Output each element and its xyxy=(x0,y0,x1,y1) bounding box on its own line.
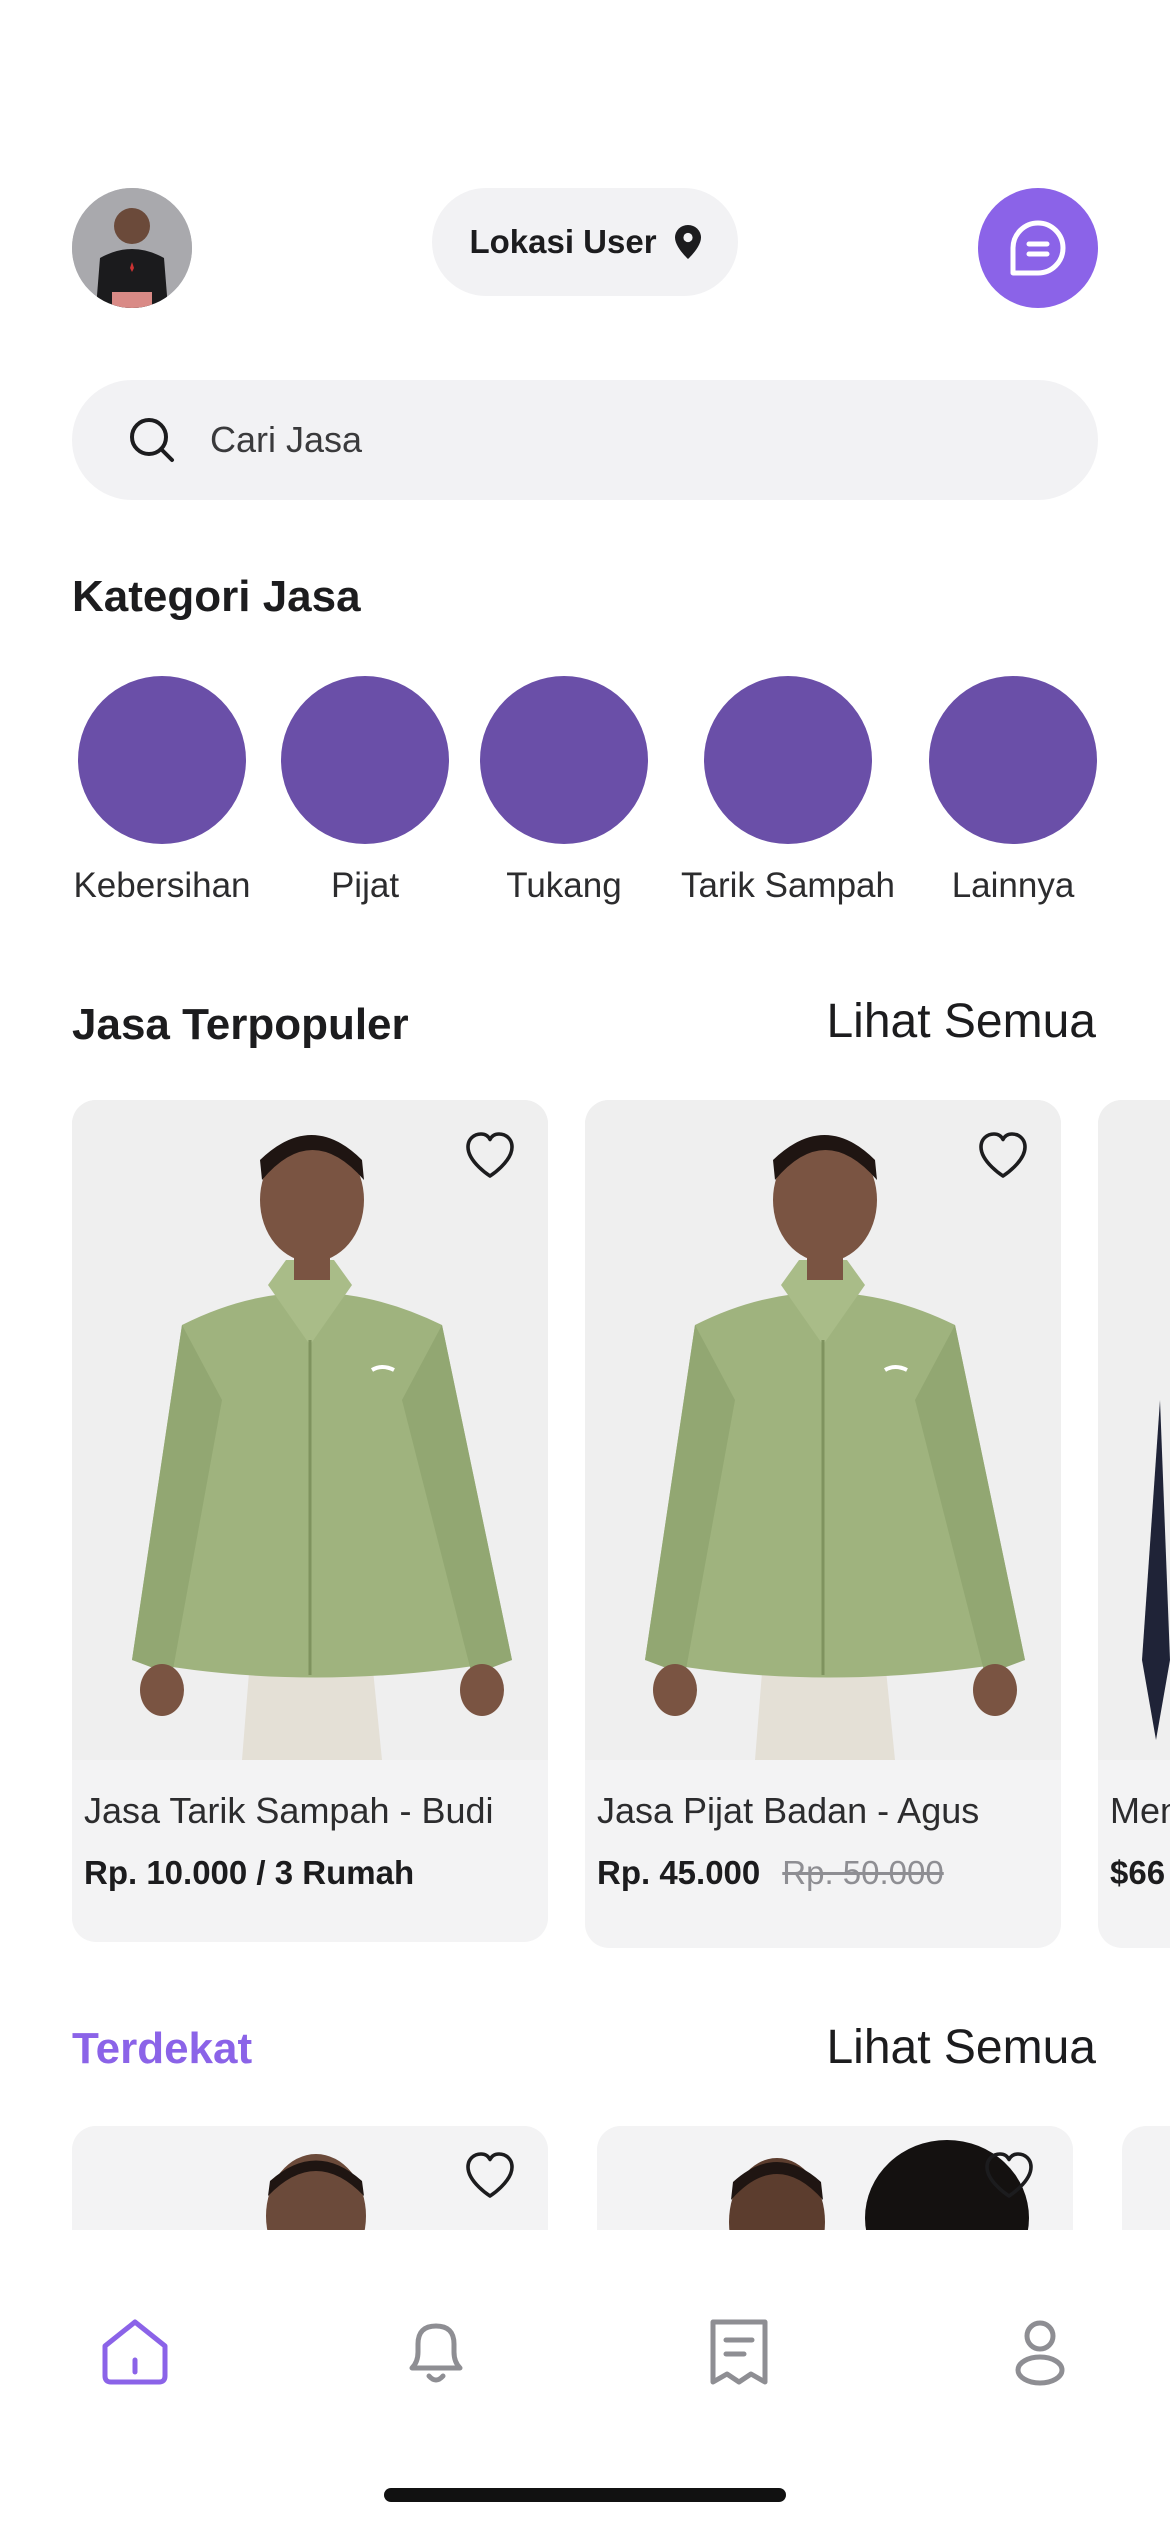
service-card[interactable]: Jasa Pijat Badan - Agus Rp. 45.000 Rp. 50… xyxy=(585,1100,1061,1948)
bottom-nav xyxy=(0,2230,1170,2532)
service-card[interactable]: Men $66 xyxy=(1098,1100,1170,1948)
category-icon xyxy=(78,676,246,844)
favorite-heart-icon[interactable] xyxy=(462,2148,518,2204)
category-label: Tukang xyxy=(506,866,622,905)
search-bar[interactable] xyxy=(72,380,1098,500)
category-icon xyxy=(929,676,1097,844)
service-price-value: $66 xyxy=(1110,1854,1166,1891)
avatar-photo xyxy=(72,188,192,308)
service-price-value: Rp. 45.000 xyxy=(597,1854,761,1891)
search-icon xyxy=(130,418,174,462)
service-old-price: Rp. 50.000 xyxy=(782,1854,944,1891)
nearby-see-all-link[interactable]: Lihat Semua xyxy=(826,2020,1096,2075)
category-icon xyxy=(704,676,872,844)
nearby-card[interactable] xyxy=(1122,2126,1170,2236)
nav-notifications[interactable] xyxy=(396,2312,476,2392)
favorite-heart-icon[interactable] xyxy=(981,2148,1037,2204)
search-input[interactable] xyxy=(210,419,1010,461)
category-label: Lainnya xyxy=(951,866,1075,905)
nearby-title: Terdekat xyxy=(72,2024,253,2073)
service-price: Rp. 45.000 Rp. 50.000 xyxy=(597,1854,944,1892)
popular-see-all-link[interactable]: Lihat Semua xyxy=(826,994,1096,1049)
chat-button[interactable] xyxy=(978,188,1098,308)
avatar[interactable] xyxy=(72,188,192,308)
category-tukang[interactable]: Tukang xyxy=(444,676,684,906)
location-selector[interactable]: Lokasi User xyxy=(432,188,738,296)
location-label: Lokasi User xyxy=(469,223,657,260)
home-icon xyxy=(102,2319,168,2385)
category-lainnya[interactable]: Lainnya xyxy=(893,676,1133,906)
service-card[interactable]: Jasa Tarik Sampah - Budi Rp. 10.000 / 3 … xyxy=(72,1100,548,1942)
category-tarik-sampah[interactable]: Tarik Sampah xyxy=(668,676,908,906)
category-icon xyxy=(480,676,648,844)
favorite-heart-icon[interactable] xyxy=(975,1128,1031,1184)
bell-icon xyxy=(409,2323,463,2383)
service-price: $66 xyxy=(1110,1854,1165,1892)
service-photo xyxy=(72,1100,548,1760)
home-indicator xyxy=(384,2488,786,2502)
categories-title: Kategori Jasa xyxy=(72,572,361,621)
nav-orders[interactable] xyxy=(699,2312,779,2392)
home-screen: Lokasi User Kategori Jasa Kebersihan Pij… xyxy=(0,0,1170,2532)
service-price-value: Rp. 10.000 / 3 Rumah xyxy=(84,1854,415,1891)
nearby-card[interactable] xyxy=(597,2126,1073,2236)
nearby-card[interactable] xyxy=(72,2126,548,2236)
location-pin-icon xyxy=(674,225,701,259)
service-photo xyxy=(1098,1100,1170,1760)
service-name: Jasa Pijat Badan - Agus xyxy=(597,1790,980,1831)
nav-home[interactable] xyxy=(95,2312,175,2392)
service-photo xyxy=(585,1100,1061,1760)
service-price: Rp. 10.000 / 3 Rumah xyxy=(84,1854,414,1892)
category-icon xyxy=(281,676,449,844)
receipt-icon xyxy=(710,2319,768,2385)
profile-icon xyxy=(1015,2320,1065,2386)
chat-icon xyxy=(1010,220,1066,276)
service-name: Men xyxy=(1110,1790,1170,1831)
category-label: Tarik Sampah xyxy=(681,866,895,905)
favorite-heart-icon[interactable] xyxy=(462,1128,518,1184)
nav-profile[interactable] xyxy=(1000,2312,1080,2392)
service-name: Jasa Tarik Sampah - Budi xyxy=(84,1790,494,1831)
popular-title: Jasa Terpopuler xyxy=(72,1000,409,1049)
